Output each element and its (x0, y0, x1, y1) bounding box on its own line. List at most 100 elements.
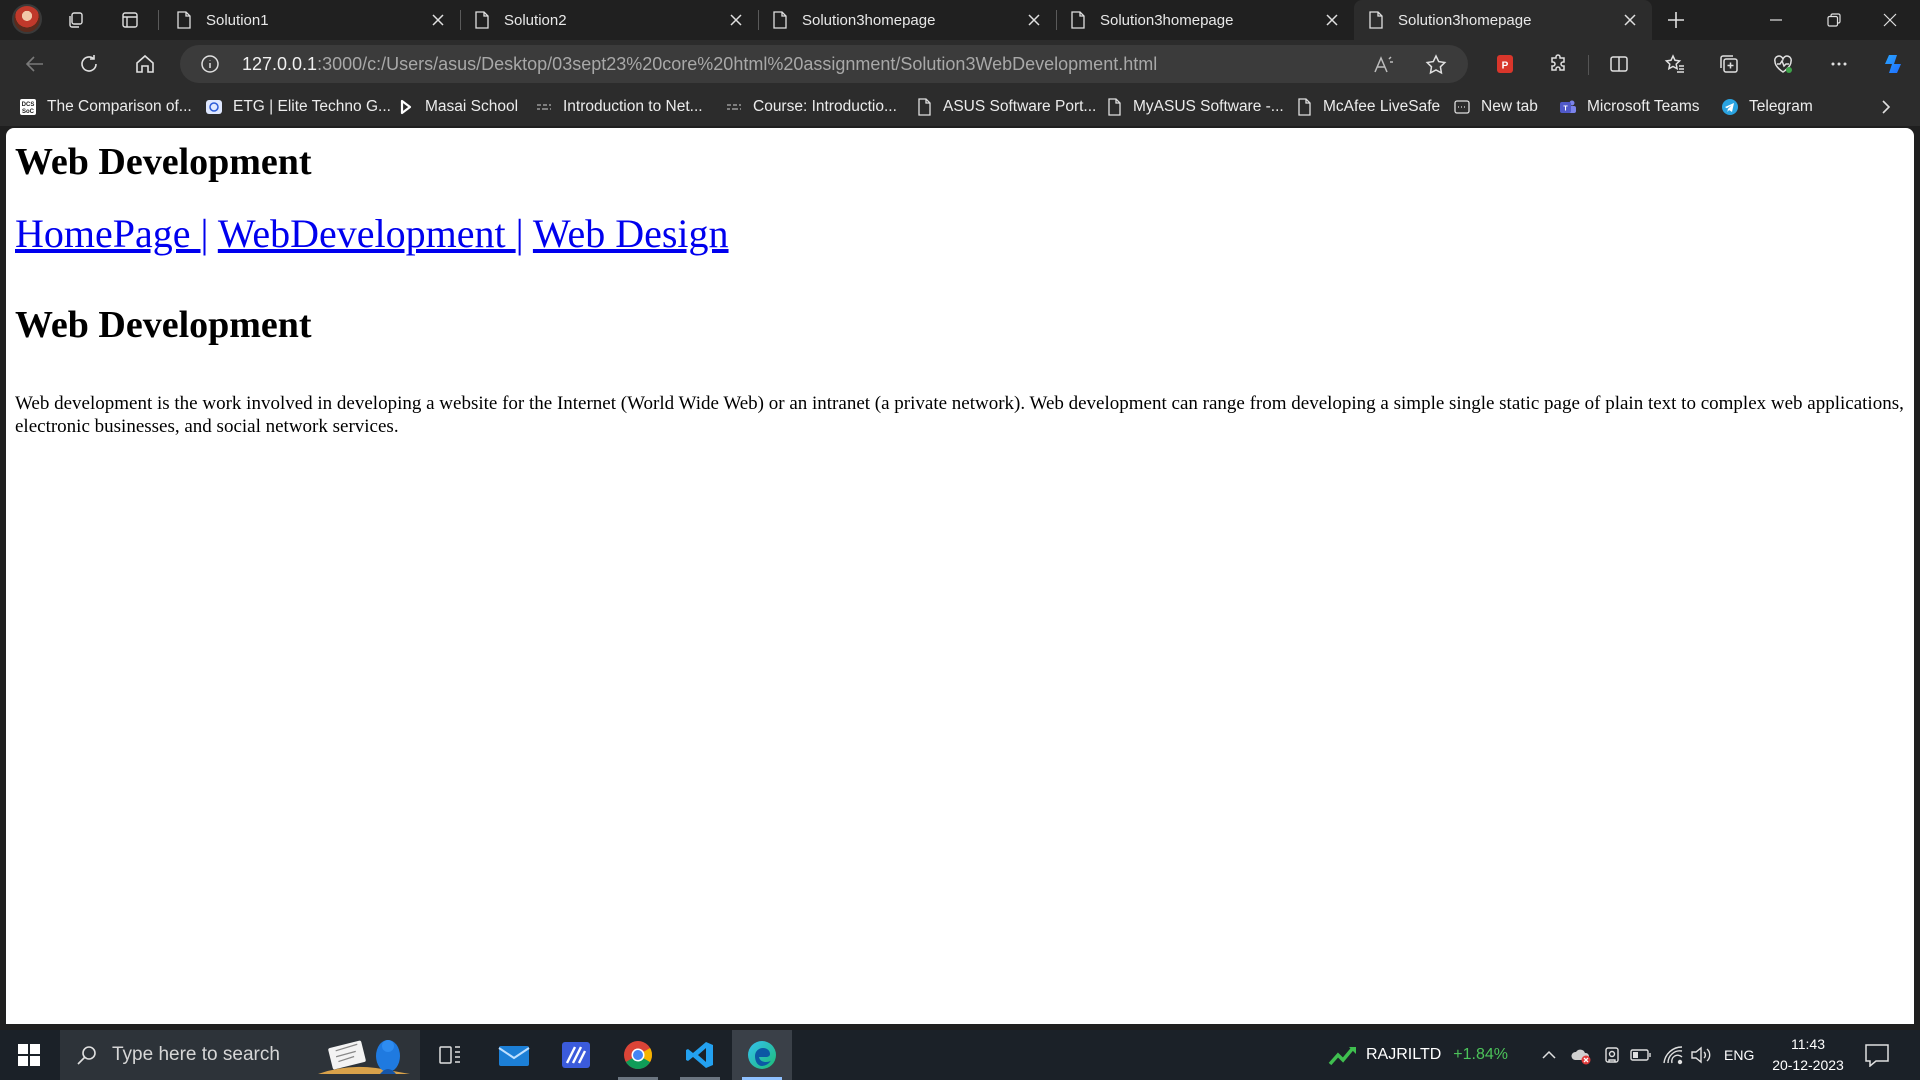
stock-widget[interactable]: RAJRILTD +1.84% (1328, 1030, 1508, 1080)
favorite-item[interactable]: McAfee LiveSafe (1294, 96, 1440, 118)
masai-site-icon (396, 97, 416, 117)
chevron-right-icon[interactable] (1876, 97, 1896, 117)
vscode-app-icon[interactable] (670, 1030, 730, 1080)
chrome-app-icon[interactable] (608, 1030, 668, 1080)
page-icon (177, 11, 191, 29)
new-tab-icon (1452, 97, 1472, 117)
tab-solution3homepage-active[interactable]: Solution3homepage (1354, 0, 1652, 40)
refresh-icon[interactable] (74, 50, 104, 78)
split-screen-icon[interactable] (1606, 51, 1632, 77)
favorite-label: MyASUS Software -... (1133, 98, 1284, 115)
tab-actions-icon[interactable] (118, 8, 142, 32)
favorites-icon[interactable] (1662, 51, 1688, 77)
tab-title: Solution3homepage (802, 11, 936, 29)
start-button[interactable] (0, 1030, 58, 1080)
task-view-icon[interactable] (420, 1030, 480, 1080)
tab-solution1[interactable]: Solution1 (162, 0, 460, 40)
favorite-item[interactable]: Masai School (396, 96, 518, 118)
svg-text:T: T (1563, 106, 1568, 113)
editor-app-icon[interactable] (546, 1030, 606, 1080)
page-icon (914, 97, 934, 117)
favorite-label: Course: Introductio... (753, 98, 897, 115)
close-tab-icon[interactable] (1026, 12, 1042, 28)
tab-solution3homepage-1[interactable]: Solution3homepage (758, 0, 1056, 40)
nav-link-webdesign[interactable]: Web Design (533, 211, 729, 256)
stock-ticker: RAJRILTD (1366, 1046, 1442, 1063)
favorite-item[interactable]: MyASUS Software -... (1104, 96, 1284, 118)
wifi-icon[interactable] (1662, 1045, 1684, 1065)
workspaces-icon[interactable] (64, 8, 88, 32)
battery-icon[interactable] (1630, 1046, 1652, 1064)
home-icon[interactable] (130, 50, 160, 78)
page-heading: Web Development (15, 141, 312, 183)
pdf-extension-icon[interactable]: P (1492, 51, 1518, 77)
url-path: :3000/c:/Users/asus/Desktop/03sept23%20c… (317, 54, 1158, 74)
extensions-icon[interactable] (1546, 51, 1572, 77)
windows-logo-icon (18, 1044, 40, 1066)
close-tab-icon[interactable] (728, 12, 744, 28)
favorite-item[interactable]: New tab (1452, 96, 1538, 118)
tab-solution2[interactable]: Solution2 (460, 0, 758, 40)
tab-title: Solution3homepage (1398, 11, 1532, 29)
minimize-icon[interactable] (1750, 0, 1802, 40)
url-text[interactable]: 127.0.0.1:3000/c:/Users/asus/Desktop/03s… (242, 54, 1157, 75)
taskbar-search-box[interactable]: Type here to search (60, 1030, 420, 1080)
system-clock[interactable]: 11:43 20-12-2023 (1760, 1034, 1856, 1076)
show-hidden-icons-chevron-icon[interactable] (1540, 1046, 1558, 1064)
favorite-item[interactable]: Introduction to Net... (534, 96, 703, 118)
section-heading: Web Development (15, 304, 312, 346)
copilot-icon[interactable] (1880, 51, 1906, 77)
telegram-icon (1720, 97, 1740, 117)
favorite-item[interactable]: Course: Introductio... (724, 96, 897, 118)
svg-text:DCS: DCS (22, 102, 35, 108)
browser-essentials-icon[interactable] (1770, 51, 1796, 77)
close-window-icon[interactable] (1864, 0, 1916, 40)
description-paragraph: Web development is the work involved in … (15, 393, 1904, 437)
address-bar[interactable]: 127.0.0.1:3000/c:/Users/asus/Desktop/03s… (180, 45, 1468, 83)
notification-center-icon[interactable] (1864, 1043, 1890, 1067)
search-highlight-illustration (318, 1040, 410, 1074)
page-icon (1104, 97, 1124, 117)
favorite-item[interactable]: DCS SoC The Comparison of... (18, 96, 192, 118)
favorite-item[interactable]: T Microsoft Teams (1558, 96, 1700, 118)
site-info-icon[interactable] (200, 54, 220, 74)
read-aloud-icon[interactable] (1372, 53, 1396, 77)
input-language[interactable]: ENG (1724, 1030, 1754, 1080)
page-icon (1071, 11, 1085, 29)
favorite-label: New tab (1481, 98, 1538, 115)
nav-link-webdevelopment[interactable]: WebDevelopment (218, 211, 516, 256)
new-tab-icon[interactable] (1664, 8, 1688, 32)
dcs-site-icon: DCS SoC (18, 97, 38, 117)
back-icon[interactable] (20, 50, 50, 78)
nav-link-homepage[interactable]: HomePage (15, 211, 201, 256)
page-icon (1294, 97, 1314, 117)
meet-now-icon[interactable] (1602, 1045, 1622, 1065)
site-nav: HomePage | WebDevelopment | Web Design (15, 210, 729, 257)
favorite-item[interactable]: ETG | Elite Techno G... (204, 96, 391, 118)
favorite-item[interactable]: Telegram (1720, 96, 1813, 118)
favorite-label: McAfee LiveSafe (1323, 98, 1441, 115)
restore-icon[interactable] (1808, 0, 1860, 40)
profile-avatar[interactable] (12, 4, 42, 34)
tab-solution3homepage-2[interactable]: Solution3homepage (1056, 0, 1354, 40)
close-tab-icon[interactable] (1622, 12, 1638, 28)
search-placeholder: Type here to search (112, 1044, 280, 1065)
more-options-icon[interactable] (1826, 51, 1852, 77)
mail-app-icon[interactable] (484, 1030, 544, 1080)
collections-icon[interactable] (1716, 51, 1742, 77)
onedrive-error-icon[interactable] (1570, 1044, 1592, 1066)
favorite-label: The Comparison of... (47, 98, 192, 115)
tab-strip: Solution1 Solution2 Solution3homepage So… (0, 0, 1920, 40)
close-tab-icon[interactable] (1324, 12, 1340, 28)
favorite-label: ASUS Software Port... (943, 98, 1097, 115)
favorite-label: ETG | Elite Techno G... (233, 98, 391, 115)
nav-separator: | (200, 211, 209, 256)
edge-app-icon[interactable] (732, 1030, 792, 1080)
course-site-icon (534, 97, 554, 117)
favorite-item[interactable]: ASUS Software Port... (914, 96, 1096, 118)
close-tab-icon[interactable] (430, 12, 446, 28)
favorite-star-icon[interactable] (1424, 53, 1448, 77)
tab-title: Solution3homepage (1100, 11, 1234, 29)
toolbar: 127.0.0.1:3000/c:/Users/asus/Desktop/03s… (0, 40, 1920, 88)
volume-icon[interactable] (1690, 1045, 1714, 1065)
